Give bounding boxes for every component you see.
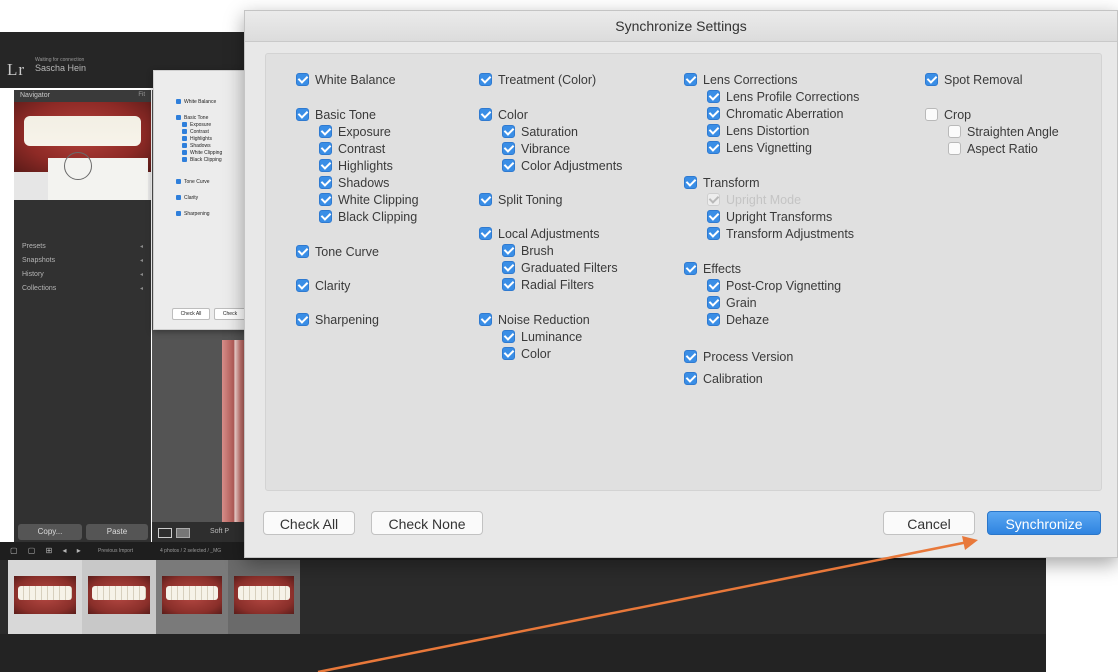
synchronize-button[interactable]: Synchronize [987,511,1101,535]
panel-collections[interactable]: Collections ◂ [14,282,151,296]
target-circle [64,152,92,180]
ghost-item: Shadows [182,143,211,149]
synchronize-settings-dialog: Synchronize Settings White Balance Basic… [244,10,1118,558]
navigator-header[interactable]: Navigator Fit [14,90,151,102]
left-panel: Navigator Fit Presets ◂ Snapshots ◂ Histor… [14,90,151,542]
copy-settings-button[interactable]: Copy... [18,524,82,540]
filmstrip-thumbnail[interactable] [228,560,300,634]
ghost-item: White Balance [176,99,216,105]
check-none-button[interactable]: Check None [371,511,483,535]
photo-card [48,158,148,200]
filmstrip-thumbnail[interactable] [8,560,82,634]
dialog-title-bar[interactable]: Synchronize Settings [245,11,1117,42]
panel-snapshots[interactable]: Snapshots ◂ [14,254,151,268]
photo-toolbar: Soft P [152,522,248,542]
ghost-item: Basic Tone [176,115,208,121]
compare-view-icon[interactable] [176,528,190,538]
filmstrip-thumbnail[interactable] [156,560,228,634]
cancel-button[interactable]: Cancel [883,511,975,535]
navigator-title: Navigator [20,92,50,99]
filmstrip-count: 4 photos / 2 selected / _MG [160,548,222,554]
check-all-button[interactable]: Check All [263,511,355,535]
navigator-fit[interactable]: Fit [138,92,145,98]
user-name: Sascha Hein [35,63,87,73]
filmstrip-thumbnail[interactable] [82,560,156,634]
ghost-check-button: Check [214,308,246,320]
paste-settings-button[interactable]: Paste [86,524,148,540]
navigator-preview[interactable] [14,102,151,200]
lightroom-logo: Lr [7,60,26,79]
filmstrip-source[interactable]: Previous Import [98,548,133,554]
soft-proofing-label[interactable]: Soft P [210,528,229,535]
ghost-item: Tone Curve [176,179,210,185]
ghost-item: Sharpening [176,211,210,217]
panel-history[interactable]: History ◂ [14,268,151,282]
ghost-item: Exposure [182,122,211,128]
filmstrip-nav-icons[interactable]: ▢ ▢ ⊞ ◂ ▸ [10,546,85,555]
ghost-item: White Clipping [182,150,222,156]
settings-panel: White Balance Basic Tone Exposure Contra… [265,53,1102,491]
ghost-item: Contrast [182,129,209,135]
ghost-check-all-button: Check All [172,308,210,320]
lightroom-bottom-area [0,634,1046,672]
loupe-view-icon[interactable] [158,528,172,538]
ghost-item: Highlights [182,136,212,142]
dialog-title: Synchronize Settings [615,18,747,34]
panel-presets[interactable]: Presets ◂ [14,240,151,254]
ghost-item: Black Clipping [182,157,222,163]
ghost-item: Clarity [176,195,198,201]
filmstrip [0,560,1046,634]
